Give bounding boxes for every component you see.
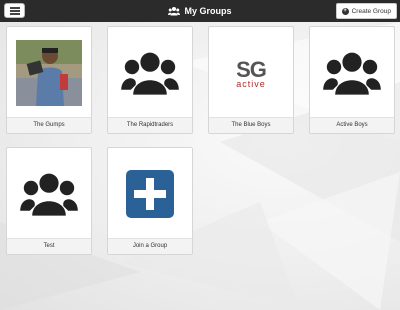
menu-button[interactable] <box>4 3 25 18</box>
plus-circle-icon: + <box>341 7 349 15</box>
group-card-the-rapidtraders[interactable]: The Rapidtraders <box>107 26 193 134</box>
group-icon <box>323 52 381 95</box>
group-card-the-gumps[interactable]: The Gumps <box>6 26 92 134</box>
hamburger-menu-icon <box>10 7 20 9</box>
join-group-card[interactable]: Join a Group <box>107 147 193 255</box>
plus-square-icon <box>126 170 174 218</box>
create-group-button[interactable]: + Create Group <box>335 3 397 19</box>
join-group-label: Join a Group <box>108 238 192 254</box>
group-name: The Blue Boys <box>209 117 293 133</box>
group-icon <box>20 173 78 216</box>
group-name: Test <box>7 238 91 254</box>
group-photo <box>16 40 82 106</box>
top-navigation-bar: My Groups + Create Group <box>0 0 400 22</box>
group-name: Active Boys <box>310 117 394 133</box>
group-name: The Gumps <box>7 117 91 133</box>
group-card-test[interactable]: Test <box>6 147 92 255</box>
group-icon <box>121 52 179 95</box>
sg-active-logo: SG active <box>236 57 267 89</box>
group-icon <box>168 7 181 16</box>
group-card-active-boys[interactable]: Active Boys <box>309 26 395 134</box>
create-group-label: Create Group <box>351 7 391 15</box>
group-card-the-blue-boys[interactable]: SG active The Blue Boys <box>208 26 294 134</box>
group-name: The Rapidtraders <box>108 117 192 133</box>
page-title: My Groups <box>184 6 232 16</box>
